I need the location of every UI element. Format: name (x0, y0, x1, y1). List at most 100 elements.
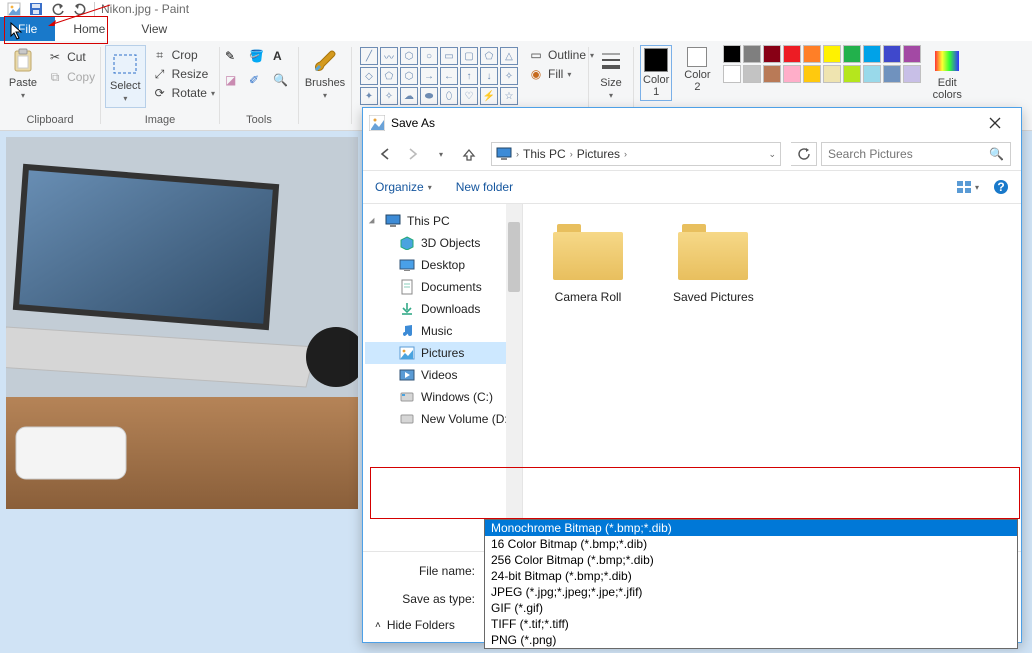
type-option[interactable]: Monochrome Bitmap (*.bmp;*.dib) (485, 520, 1017, 536)
search-input[interactable] (828, 147, 989, 161)
resize-button[interactable]: ⤢Resize (152, 66, 215, 82)
color-swatch[interactable] (823, 65, 841, 83)
type-option[interactable]: 256 Color Bitmap (*.bmp;*.dib) (485, 552, 1017, 568)
folder-saved-pictures[interactable]: Saved Pictures (673, 224, 754, 304)
type-option[interactable]: TIFF (*.tif;*.tiff) (485, 616, 1017, 632)
nav-item-downloads[interactable]: Downloads (365, 298, 520, 320)
type-option[interactable]: GIF (*.gif) (485, 600, 1017, 616)
outline-button[interactable]: ▭Outline ▾ (528, 47, 594, 63)
color-swatch[interactable] (743, 45, 761, 63)
search-box[interactable]: 🔍 (821, 142, 1011, 166)
addr-dropdown-icon[interactable]: ⌄ (768, 149, 776, 160)
color-swatch[interactable] (723, 45, 741, 63)
color-swatch[interactable] (863, 45, 881, 63)
color2-button[interactable]: Color 2 (680, 45, 714, 95)
view-button[interactable]: ▾ (956, 180, 979, 194)
color-swatch[interactable] (743, 65, 761, 83)
crumb-pictures[interactable]: Pictures› (577, 147, 627, 161)
copy-icon: ⧉ (47, 69, 63, 85)
save-icon[interactable] (28, 2, 44, 16)
nav-item-windows-c-[interactable]: Windows (C:) (365, 386, 520, 408)
crop-button[interactable]: ⌗Crop (152, 47, 215, 63)
fill-icon: ◉ (528, 66, 544, 82)
color-swatch[interactable] (723, 65, 741, 83)
color-swatch[interactable] (883, 65, 901, 83)
nav-item-desktop[interactable]: Desktop (365, 254, 520, 276)
divider (94, 2, 95, 16)
folder-camera-roll[interactable]: Camera Roll (553, 224, 623, 304)
nav-item-videos[interactable]: Videos (365, 364, 520, 386)
select-button[interactable]: Select ▾ (105, 45, 146, 108)
type-option[interactable]: 24-bit Bitmap (*.bmp;*.dib) (485, 568, 1017, 584)
paste-label: Paste (9, 77, 37, 89)
color1-button[interactable]: Color 1 (640, 45, 672, 101)
zoom-icon[interactable]: 🔍 (273, 73, 293, 93)
edit-colors-button[interactable]: Edit colors (929, 45, 966, 103)
type-option[interactable]: PNG (*.png) (485, 632, 1017, 648)
hide-folders-button[interactable]: ˄ Hide Folders (375, 618, 455, 632)
undo-icon[interactable] (50, 2, 66, 16)
refresh-button[interactable] (791, 142, 817, 166)
color-swatch[interactable] (803, 65, 821, 83)
rotate-button[interactable]: ⟳Rotate ▾ (152, 85, 215, 101)
text-icon[interactable]: A (273, 49, 293, 69)
tab-file[interactable]: File (0, 17, 55, 41)
dialog-toolbar: Organize ▾ New folder ▾ ? (363, 170, 1021, 204)
pencil-icon[interactable]: ✎ (225, 49, 245, 69)
eraser-icon[interactable]: ◪ (225, 73, 245, 93)
color-swatch[interactable] (903, 65, 921, 83)
nav-pane[interactable]: This PC3D ObjectsDesktopDocumentsDownloa… (363, 204, 523, 551)
cut-button[interactable]: ✂ Cut (47, 49, 95, 65)
color-swatch[interactable] (843, 45, 861, 63)
color-swatch[interactable] (823, 45, 841, 63)
color-swatch[interactable] (863, 65, 881, 83)
size-button[interactable]: Size ▾ (593, 45, 629, 102)
up-button[interactable] (457, 142, 481, 166)
address-bar[interactable]: › This PC› Pictures› ⌄ (491, 142, 781, 166)
nav-scrollbar[interactable] (506, 204, 522, 551)
content-pane[interactable]: Camera Roll Saved Pictures (523, 204, 1021, 551)
fill-button[interactable]: ◉Fill ▾ (528, 66, 594, 82)
forward-button[interactable] (401, 142, 425, 166)
pc-icon (496, 147, 512, 161)
back-button[interactable] (373, 142, 397, 166)
color-swatch[interactable] (783, 45, 801, 63)
shapes-gallery[interactable]: ╱〰⬡○▭▢⬠△ ◇⬠⬡→←↑↓✧ ✦✧☁⬬⬯♡⚡☆ (358, 45, 520, 107)
nav-item-icon (399, 257, 415, 273)
menu-tabs: File Home View (0, 17, 1032, 41)
color-swatch[interactable] (783, 65, 801, 83)
color-palette[interactable] (723, 45, 921, 83)
new-folder-button[interactable]: New folder (456, 180, 513, 194)
image-canvas[interactable] (6, 137, 358, 509)
brushes-button[interactable]: Brushes ▾ (301, 45, 349, 102)
paste-button[interactable]: Paste ▾ (5, 45, 41, 102)
color-swatch[interactable] (903, 45, 921, 63)
nav-item-documents[interactable]: Documents (365, 276, 520, 298)
tab-view[interactable]: View (123, 17, 185, 41)
crumb-thispc[interactable]: This PC› (523, 147, 573, 161)
nav-item-music[interactable]: Music (365, 320, 520, 342)
organize-button[interactable]: Organize ▾ (375, 180, 432, 194)
color-swatch[interactable] (763, 65, 781, 83)
recent-dropdown[interactable]: ▾ (429, 142, 453, 166)
color-swatch[interactable] (763, 45, 781, 63)
help-button[interactable]: ? (993, 179, 1009, 195)
tab-home[interactable]: Home (55, 17, 123, 41)
type-option[interactable]: JPEG (*.jpg;*.jpeg;*.jpe;*.jfif) (485, 584, 1017, 600)
color-swatch[interactable] (883, 45, 901, 63)
picker-icon[interactable]: ✐ (249, 73, 269, 93)
bucket-icon[interactable]: 🪣 (249, 49, 269, 69)
color-swatch[interactable] (843, 65, 861, 83)
redo-icon[interactable] (72, 2, 88, 16)
nav-item-new-volume-d-[interactable]: New Volume (D: (365, 408, 520, 430)
group-brushes: Brushes ▾ (299, 41, 351, 130)
save-type-dropdown[interactable]: Monochrome Bitmap (*.bmp;*.dib)16 Color … (484, 519, 1018, 649)
color2-swatch (687, 47, 707, 67)
color-swatch[interactable] (803, 45, 821, 63)
nav-item-3d-objects[interactable]: 3D Objects (365, 232, 520, 254)
copy-button[interactable]: ⧉ Copy (47, 69, 95, 85)
type-option[interactable]: 16 Color Bitmap (*.bmp;*.dib) (485, 536, 1017, 552)
close-button[interactable] (975, 109, 1015, 137)
nav-item-this-pc[interactable]: This PC (365, 210, 520, 232)
nav-item-pictures[interactable]: Pictures (365, 342, 520, 364)
